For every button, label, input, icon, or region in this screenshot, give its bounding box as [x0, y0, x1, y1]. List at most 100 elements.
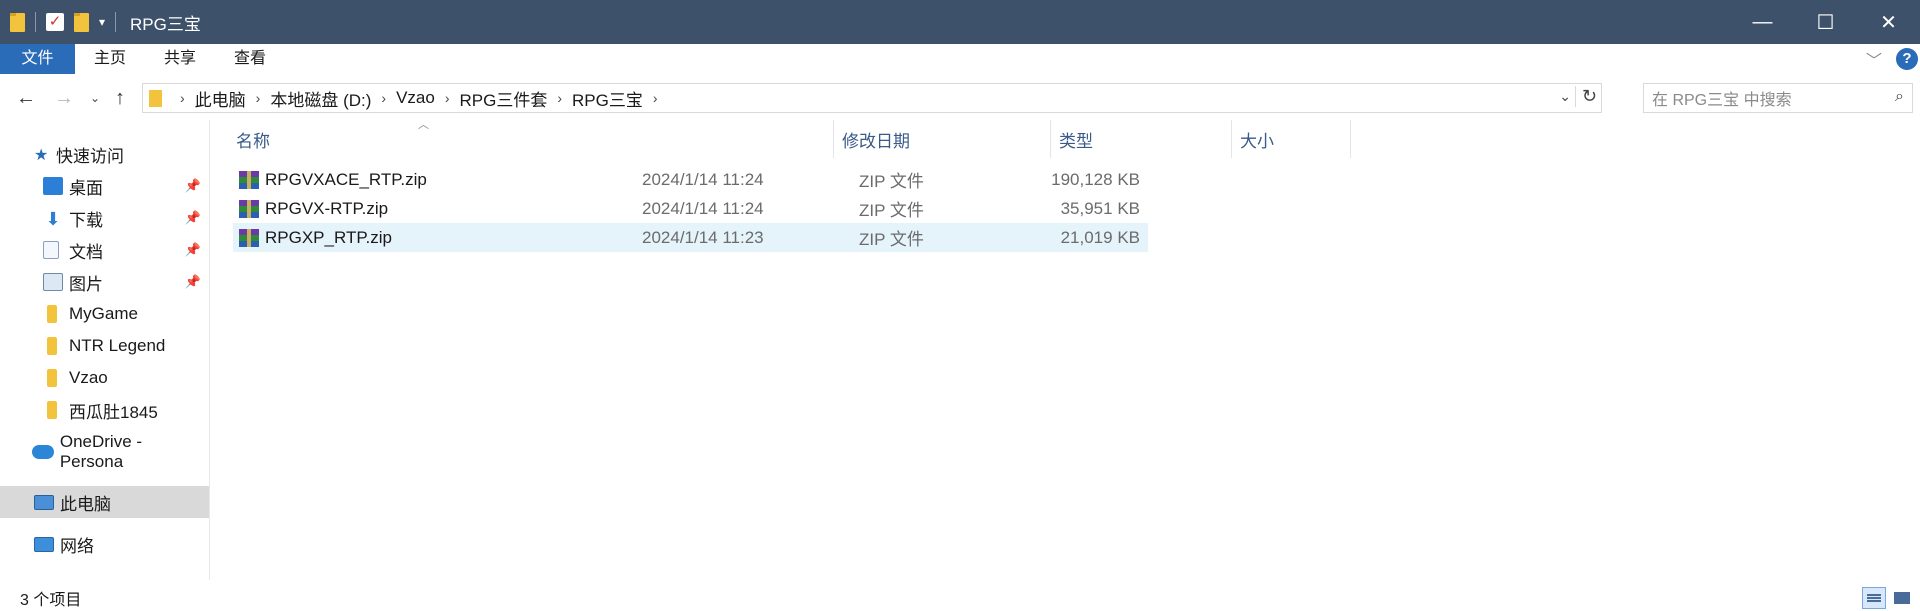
- breadcrumb-current[interactable]: RPG三宝: [572, 86, 643, 111]
- tab-share[interactable]: 共享: [145, 44, 215, 74]
- sidebar-item-desktop[interactable]: 桌面 📌: [0, 170, 209, 202]
- pin-icon[interactable]: 📌: [185, 210, 201, 226]
- pin-icon[interactable]: 📌: [185, 178, 201, 194]
- address-history-chevron-icon[interactable]: ⌄: [1559, 88, 1571, 105]
- sidebar-item-mygame[interactable]: MyGame: [0, 298, 209, 330]
- file-name: RPGVXACE_RTP.zip: [265, 169, 427, 189]
- recent-locations-chevron-icon[interactable]: ⌄: [84, 91, 106, 105]
- file-date: 2024/1/14 11:24: [642, 198, 764, 218]
- sidebar-item-network[interactable]: 网络: [0, 528, 209, 560]
- navigation-pane: ★ 快速访问 桌面 📌 ⬇ 下载 📌 文档 📌 图片 📌 MyGame NTR …: [0, 120, 210, 580]
- file-type: ZIP 文件: [859, 172, 924, 191]
- sidebar-item-quick-access[interactable]: ★ 快速访问: [0, 138, 209, 170]
- refresh-icon[interactable]: ↻: [1574, 86, 1597, 107]
- sidebar-item-pictures[interactable]: 图片 📌: [0, 266, 209, 298]
- separator: [35, 12, 36, 32]
- expand-ribbon-chevron-icon[interactable]: ﹀: [1866, 47, 1882, 71]
- cloud-icon: [32, 445, 54, 459]
- address-bar[interactable]: › 此电脑 › 本地磁盘 (D:) › Vzao › RPG三件套 › RPG三…: [142, 83, 1602, 113]
- breadcrumb-separator-icon[interactable]: ›: [381, 90, 386, 106]
- sidebar-item-label: 图片: [69, 274, 103, 294]
- download-icon: ⬇: [45, 209, 61, 229]
- sidebar-item-label: 桌面: [69, 178, 103, 198]
- close-button[interactable]: ✕: [1857, 0, 1920, 44]
- folder-icon: [149, 89, 162, 107]
- sidebar-item-label: 下载: [69, 210, 103, 230]
- zip-archive-icon: [239, 228, 259, 247]
- large-icons-view-button[interactable]: [1890, 587, 1914, 609]
- folder-icon: [47, 401, 57, 419]
- file-row[interactable]: RPGVX-RTP.zip 2024/1/14 11:24 ZIP 文件 35,…: [233, 194, 1148, 223]
- sidebar-item-label: 网络: [60, 536, 94, 556]
- breadcrumb-rpg-set[interactable]: RPG三件套: [459, 86, 547, 111]
- column-header-type[interactable]: 类型: [1051, 120, 1232, 158]
- minimize-button[interactable]: —: [1731, 0, 1794, 44]
- back-arrow-icon[interactable]: ←: [12, 87, 40, 110]
- tab-home[interactable]: 主页: [75, 44, 145, 74]
- properties-icon[interactable]: ✓: [46, 13, 64, 31]
- breadcrumb-separator-icon[interactable]: ›: [653, 90, 658, 106]
- sidebar-item-label: Vzao: [69, 368, 108, 387]
- folder-icon: [47, 369, 57, 387]
- breadcrumb-drive-d[interactable]: 本地磁盘 (D:): [270, 86, 371, 111]
- sidebar-item-folder-1845[interactable]: 西瓜肚1845: [0, 394, 209, 426]
- folder-icon: [47, 305, 57, 323]
- breadcrumb-separator-icon[interactable]: ›: [445, 90, 450, 106]
- breadcrumb-this-pc[interactable]: 此电脑: [195, 86, 246, 111]
- file-type: ZIP 文件: [859, 230, 924, 249]
- zip-archive-icon: [239, 199, 259, 218]
- file-size: 35,951 KB: [1060, 198, 1140, 218]
- file-date: 2024/1/14 11:24: [642, 169, 764, 189]
- search-input[interactable]: 在 RPG三宝 中搜索 ⌕: [1643, 83, 1913, 113]
- new-folder-icon[interactable]: [74, 12, 89, 32]
- sidebar-item-vzao[interactable]: Vzao: [0, 362, 209, 394]
- file-row[interactable]: RPGVXACE_RTP.zip 2024/1/14 11:24 ZIP 文件 …: [233, 165, 1148, 194]
- star-icon: ★: [34, 147, 49, 164]
- breadcrumb-separator-icon[interactable]: ›: [557, 90, 562, 106]
- zip-archive-icon: [239, 170, 259, 189]
- breadcrumb-separator-icon[interactable]: ›: [256, 90, 261, 106]
- pin-icon[interactable]: 📌: [185, 274, 201, 290]
- sidebar-item-ntr-legend[interactable]: NTR Legend: [0, 330, 209, 362]
- desktop-icon: [43, 177, 63, 195]
- column-header-date[interactable]: 修改日期: [834, 120, 1051, 158]
- details-view-icon: [1867, 593, 1881, 603]
- computer-icon: [34, 494, 54, 510]
- sidebar-item-label: MyGame: [69, 304, 138, 323]
- sidebar-item-label: 文档: [69, 242, 103, 262]
- sidebar-item-label: 快速访问: [56, 146, 124, 166]
- tab-view[interactable]: 查看: [215, 44, 285, 74]
- customize-toolbar-chevron-icon[interactable]: ▾: [99, 15, 105, 29]
- status-bar: 3 个项目: [0, 585, 1920, 611]
- column-header-size[interactable]: 大小: [1232, 120, 1351, 158]
- file-size: 190,128 KB: [1051, 169, 1140, 189]
- file-row-selected[interactable]: RPGXP_RTP.zip 2024/1/14 11:23 ZIP 文件 21,…: [233, 223, 1148, 252]
- breadcrumb-separator-icon[interactable]: ›: [180, 90, 185, 106]
- network-icon: [34, 536, 54, 552]
- forward-arrow-icon[interactable]: →: [50, 87, 78, 110]
- pin-icon[interactable]: 📌: [185, 242, 201, 258]
- search-placeholder: 在 RPG三宝 中搜索: [1652, 92, 1792, 109]
- navigation-bar: ← → ⌄ ↑ › 此电脑 › 本地磁盘 (D:) › Vzao › RPG三件…: [0, 80, 1920, 116]
- sidebar-item-label: NTR Legend: [69, 336, 166, 355]
- tab-file[interactable]: 文件: [0, 44, 75, 74]
- column-header-name[interactable]: 名称: [227, 120, 834, 158]
- sidebar-item-this-pc[interactable]: 此电脑: [0, 486, 209, 518]
- sidebar-item-documents[interactable]: 文档 📌: [0, 234, 209, 266]
- maximize-button[interactable]: ☐: [1794, 0, 1857, 44]
- pictures-icon: [43, 273, 63, 291]
- file-size: 21,019 KB: [1060, 227, 1140, 247]
- sidebar-item-label: OneDrive - Persona: [59, 432, 143, 471]
- ribbon-tabs: 文件 主页 共享 查看 ﹀ ?: [0, 44, 1920, 74]
- window-title: RPG三宝: [130, 14, 201, 34]
- separator: [115, 12, 117, 32]
- help-icon[interactable]: ?: [1896, 48, 1918, 70]
- breadcrumb-vzao[interactable]: Vzao: [396, 88, 435, 108]
- details-view-button[interactable]: [1862, 587, 1886, 609]
- sidebar-item-onedrive[interactable]: OneDrive - Persona: [0, 432, 209, 471]
- up-arrow-icon[interactable]: ↑: [106, 87, 134, 110]
- document-icon: [43, 241, 59, 259]
- search-icon[interactable]: ⌕: [1895, 88, 1904, 106]
- sidebar-item-label: 西瓜肚1845: [69, 402, 158, 422]
- sidebar-item-downloads[interactable]: ⬇ 下载 📌: [0, 202, 209, 234]
